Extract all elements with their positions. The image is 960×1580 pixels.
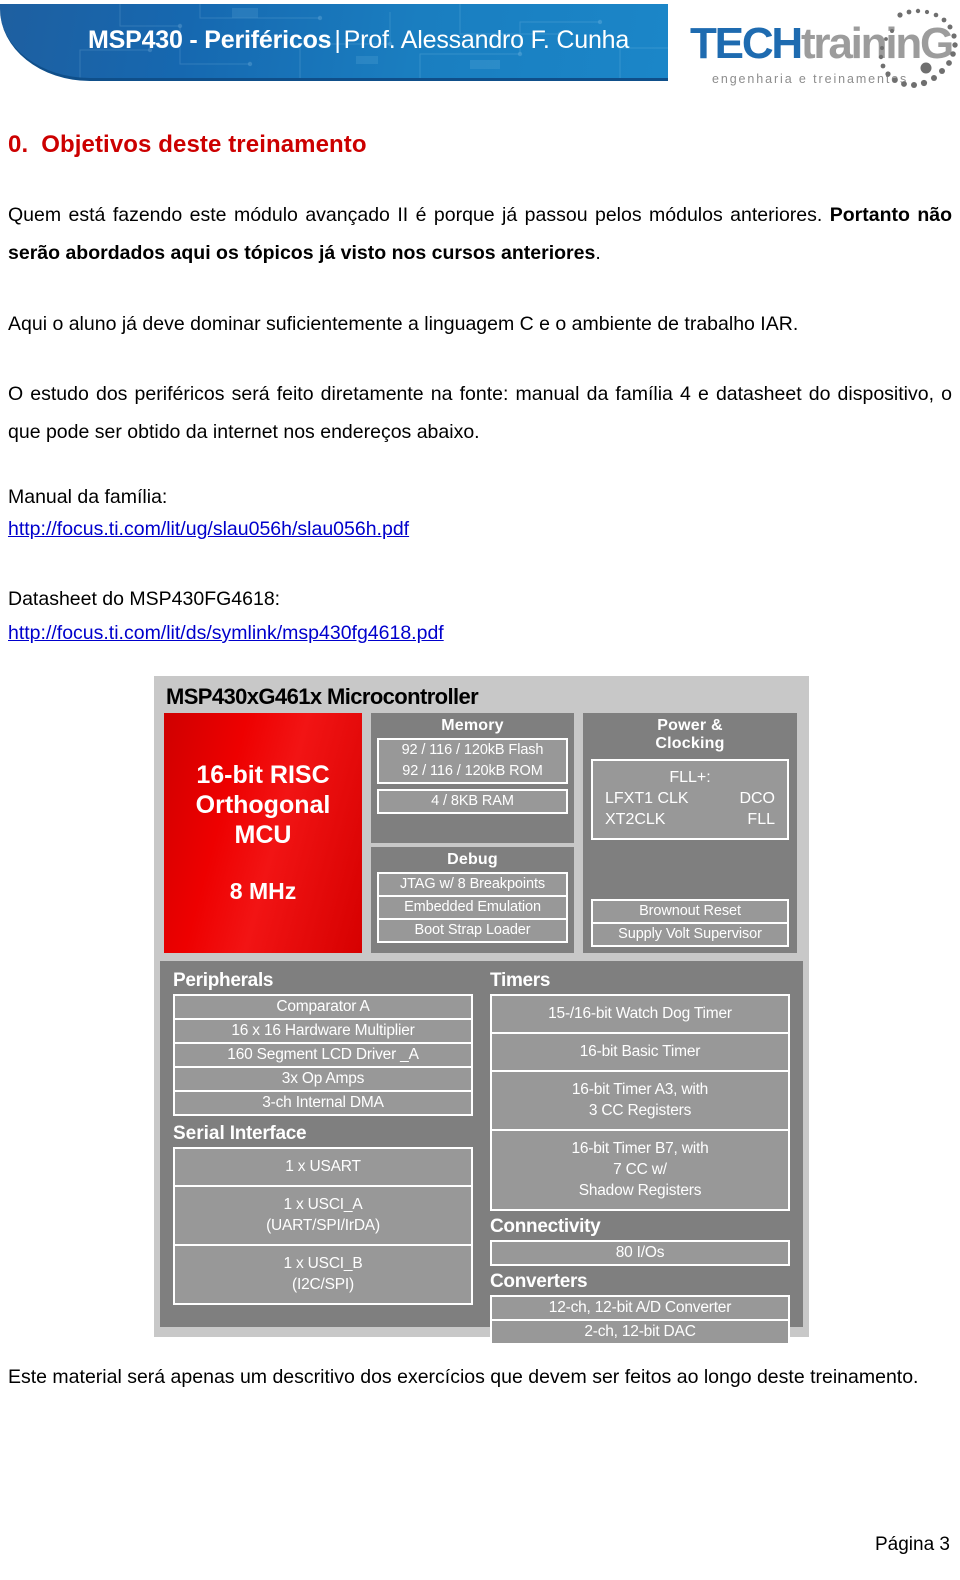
block-debug: Debug JTAG w/ 8 Breakpoints Embedded Emu… [371, 847, 574, 953]
paragraph-closing: Este material será apenas um descritivo … [8, 1366, 919, 1388]
connectivity-group: 80 I/Os [490, 1240, 790, 1266]
power-fll-box: FLL+: LFXT1 CLK DCO XT2CLK FLL [591, 759, 789, 840]
banner-title-professor: Prof. Alessandro F. Cunha [343, 25, 630, 54]
dotted-swoosh-icon [878, 8, 958, 88]
techtraining-logo: TECHtraininG engenharia e treinamentos [690, 6, 960, 102]
power-title: Power & Clocking [583, 713, 797, 753]
timer-a3: 16-bit Timer A3, with 3 CC Registers [492, 1070, 788, 1129]
serial-title: Serial Interface [173, 1122, 473, 1145]
memory-row-ram: 4 / 8KB RAM [431, 793, 514, 809]
label-datasheet: Datasheet do MSP430FG4618: [8, 588, 281, 610]
peripheral-op-amps: 3x Op Amps [175, 1066, 471, 1090]
serial-usci-a: 1 x USCI_A (UART/SPI/IrDA) [175, 1185, 471, 1244]
diagram-right-column: Timers 15-/16-bit Watch Dog Timer 16-bit… [490, 969, 790, 1345]
fll-fll: FLL [747, 811, 775, 828]
serial-usci-b: 1 x USCI_B (I2C/SPI) [175, 1244, 471, 1303]
power-row-svs: Supply Volt Supervisor [593, 922, 787, 945]
diagram-left-column: Peripherals Comparator A 16 x 16 Hardwar… [173, 969, 473, 1305]
connectivity-ios: 80 I/Os [615, 1244, 665, 1261]
banner-title: MSP430 - Periféricos | Prof. Alessandro F.… [88, 26, 629, 55]
debug-title: Debug [447, 851, 498, 868]
paragraph-prerequisites-period: . [595, 242, 601, 264]
serial-title-bold: Serial [173, 1123, 225, 1144]
heading-label: Objetivos deste treinamento [41, 131, 367, 158]
memory-row-flash: 92 / 116 / 120kB Flash [401, 742, 544, 758]
fll-dco: DCO [739, 790, 775, 807]
memory-box-flashrom: 92 / 116 / 120kB Flash 92 / 116 / 120kB … [377, 738, 568, 784]
timer-watchdog: 15-/16-bit Watch Dog Timer [548, 1005, 732, 1022]
timers-title: Timers [490, 970, 551, 991]
peripheral-lcd-driver: 160 Segment LCD Driver _A [175, 1042, 471, 1066]
peripherals-title: Peripherals [173, 970, 274, 991]
converters-group: 12-ch, 12-bit A/D Converter 2-ch, 12-bit… [490, 1295, 790, 1345]
diagram-lower-region: Peripherals Comparator A 16 x 16 Hardwar… [160, 961, 803, 1345]
debug-row-bsl: Boot Strap Loader [379, 918, 566, 941]
paragraph-requirements: Aqui o aluno já deve dominar suficientem… [8, 313, 799, 335]
converter-dac: 2-ch, 12-bit DAC [492, 1319, 788, 1343]
banner-title-separator: | [334, 25, 341, 54]
link-datasheet-wrapper: http://focus.ti.com/lit/ds/symlink/msp43… [8, 614, 952, 652]
converters-title: Converters [490, 1271, 588, 1292]
debug-box: JTAG w/ 8 Breakpoints Embedded Emulation… [377, 872, 568, 943]
fll-title: FLL+: [669, 769, 711, 786]
converter-adc: 12-ch, 12-bit A/D Converter [548, 1299, 732, 1316]
link-manual-wrapper: http://focus.ti.com/lit/ug/slau056h/slau… [8, 510, 952, 548]
page-header: MSP430 - Periféricos | Prof. Alessandro F.… [0, 0, 960, 110]
paragraph-prerequisites-text: Quem está fazendo este módulo avançado I… [8, 204, 823, 226]
memory-title: Memory [441, 717, 504, 734]
page-number: Página 3 [874, 1534, 950, 1555]
banner-title-course: MSP430 - Periféricos [88, 25, 332, 54]
power-row-brownout: Brownout Reset [639, 903, 741, 919]
debug-row-jtag: JTAG w/ 8 Breakpoints [399, 876, 546, 892]
core-line-3: MCU [234, 821, 292, 849]
block-memory: Memory 92 / 116 / 120kB Flash 92 / 116 /… [371, 713, 574, 843]
peripherals-group: Comparator A 16 x 16 Hardware Multiplier… [173, 994, 473, 1116]
timers-group: 15-/16-bit Watch Dog Timer 16-bit Basic … [490, 994, 790, 1211]
timer-basic: 16-bit Basic Timer [492, 1032, 788, 1070]
paragraph-prerequisites: Quem está fazendo este módulo avançado I… [8, 196, 952, 272]
fll-row-2: XT2CLK FLL [593, 809, 787, 830]
mcu-block-diagram: MSP430xG461x Microcontroller 16-bit RISC… [154, 676, 809, 1345]
logo-text-tech: TECH [690, 19, 803, 68]
peripheral-multiplier: 16 x 16 Hardware Multiplier [175, 1018, 471, 1042]
timer-b7: 16-bit Timer B7, with 7 CC w/ Shadow Reg… [492, 1129, 788, 1209]
memory-box-ram: 4 / 8KB RAM [377, 789, 568, 814]
serial-usart: 1 x USART [285, 1158, 361, 1175]
header-banner: MSP430 - Periféricos | Prof. Alessandro F.… [0, 4, 668, 81]
fll-lfxt1: LFXT1 CLK [605, 790, 689, 807]
serial-group: 1 x USART 1 x USCI_A (UART/SPI/IrDA) 1 x… [173, 1147, 473, 1305]
fll-xt2clk: XT2CLK [605, 811, 666, 828]
debug-row-emulation: Embedded Emulation [379, 895, 566, 918]
heading-number: 0. [8, 131, 29, 158]
connectivity-title: Connectivity [490, 1216, 601, 1237]
diagram-upper-region: 16-bit RISC Orthogonal MCU 8 MHz Memory … [160, 713, 803, 953]
power-title-line-1: Power & [657, 717, 723, 734]
core-line-2: Orthogonal [195, 791, 331, 819]
memory-row-rom: 92 / 116 / 120kB ROM [402, 763, 543, 779]
paragraph-study-source: O estudo dos periféricos será feito dire… [8, 383, 952, 443]
peripheral-comparator: Comparator A [276, 998, 370, 1015]
fll-row-1: LFXT1 CLK DCO [593, 788, 787, 809]
link-datasheet[interactable]: http://focus.ti.com/lit/ds/symlink/msp43… [8, 622, 444, 644]
core-speed: 8 MHz [229, 878, 297, 904]
block-mcu-core: 16-bit RISC Orthogonal MCU 8 MHz [164, 713, 362, 953]
diagram-title: MSP430xG461x Microcontroller [166, 684, 479, 709]
page-title: 0. Objetivos deste treinamento [8, 131, 367, 159]
block-power-clocking: Power & Clocking FLL+: LFXT1 CLK DCO XT2… [583, 713, 797, 953]
power-supervision-box: Brownout Reset Supply Volt Supervisor [591, 899, 789, 947]
core-line-1: 16-bit RISC [196, 761, 330, 789]
link-manual[interactable]: http://focus.ti.com/lit/ug/slau056h/slau… [8, 518, 409, 540]
power-title-line-2: Clocking [655, 735, 725, 752]
serial-title-rest: Interface [224, 1123, 307, 1144]
peripheral-dma: 3-ch Internal DMA [175, 1090, 471, 1114]
